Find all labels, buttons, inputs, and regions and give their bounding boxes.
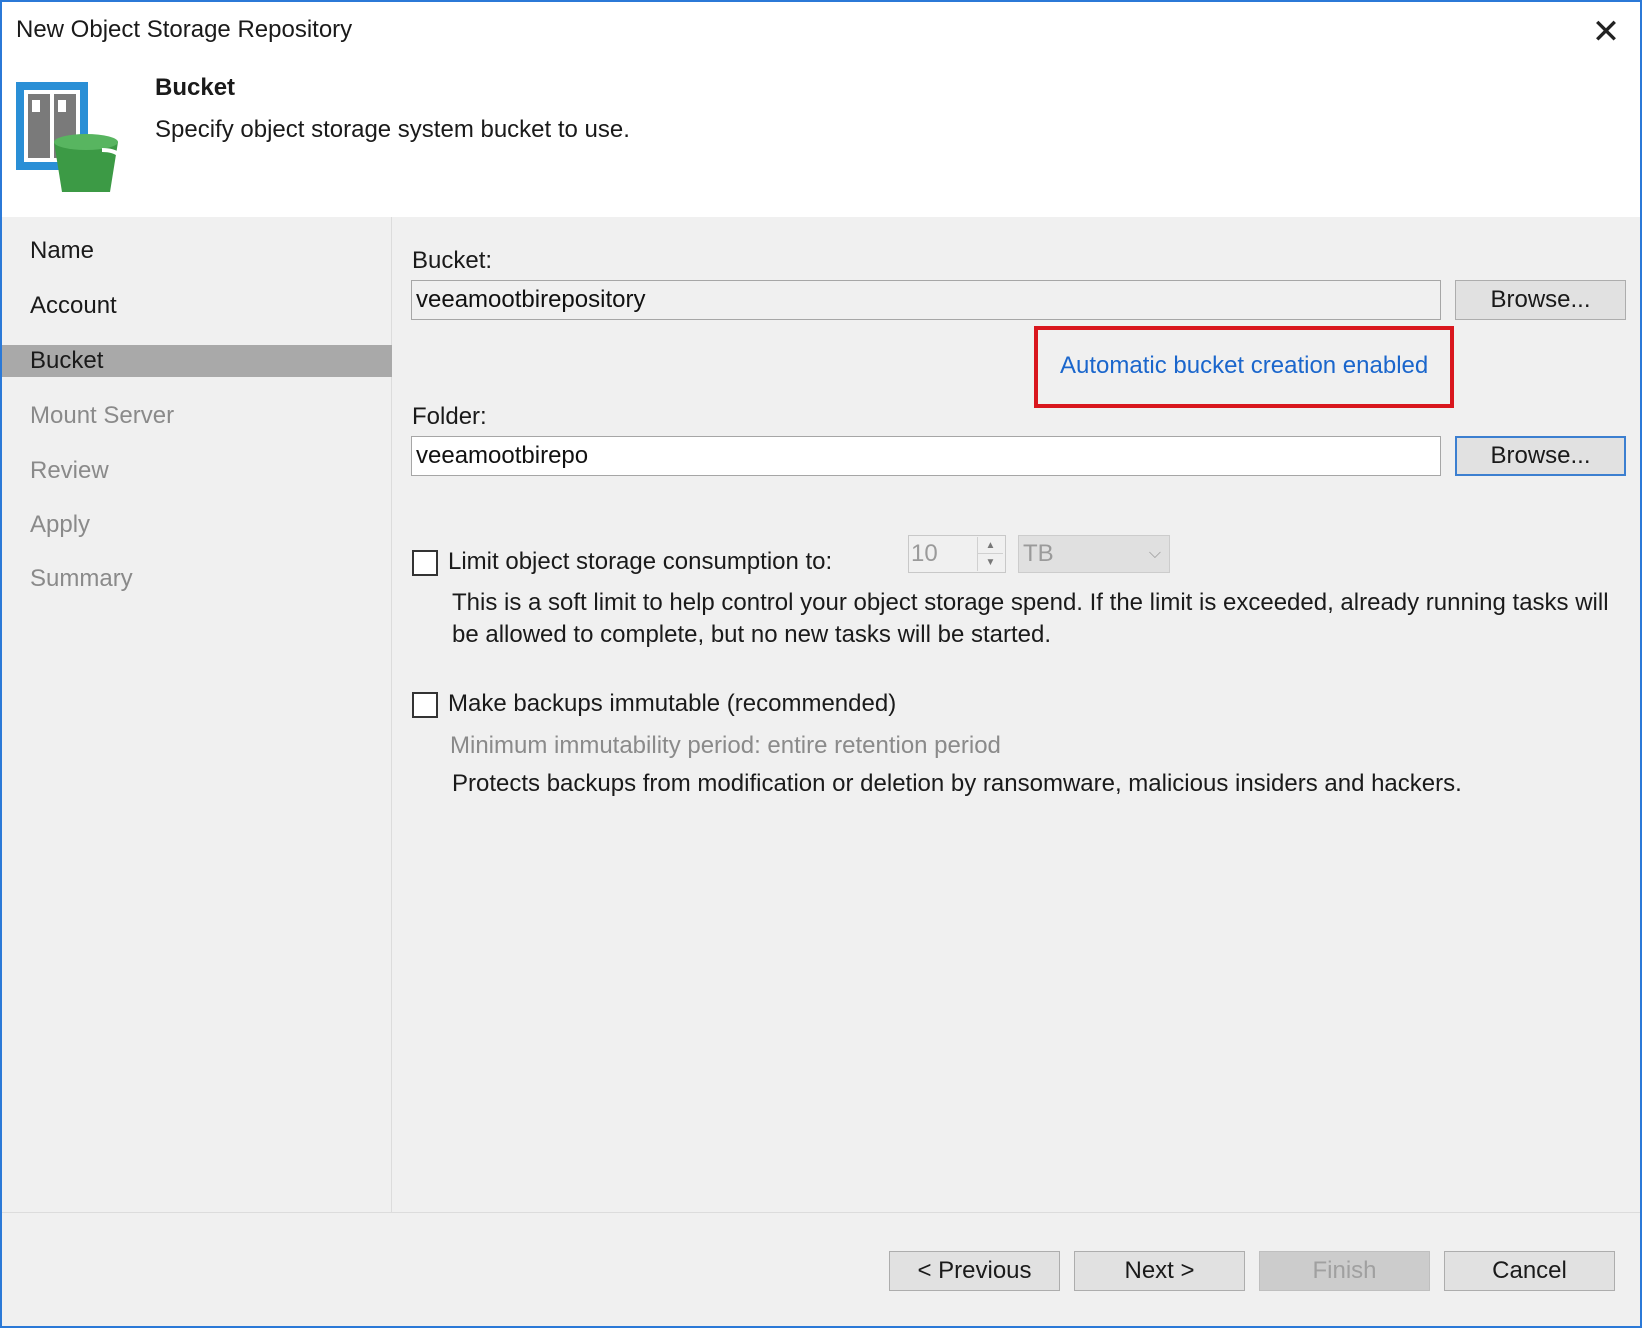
limit-unit-value: TB <box>1023 540 1054 567</box>
cancel-button[interactable]: Cancel <box>1444 1251 1615 1291</box>
limit-amount-value: 10 <box>911 540 938 567</box>
bucket-browse-button[interactable]: Browse... <box>1455 280 1626 320</box>
previous-button[interactable]: < Previous <box>889 1251 1060 1291</box>
immutable-description: Protects backups from modification or de… <box>452 770 1462 797</box>
nav-step-mount-server: Mount Server <box>30 402 175 429</box>
chevron-down-icon: ⌵ <box>1148 545 1161 562</box>
limit-consumption-checkbox[interactable] <box>412 550 438 576</box>
immutable-checkbox[interactable] <box>412 692 438 718</box>
folder-input[interactable] <box>411 436 1441 476</box>
step-description: Specify object storage system bucket to … <box>155 116 630 143</box>
wizard-window: New Object Storage Repository ✕ Bucket S… <box>0 0 1642 1328</box>
auto-bucket-creation-link[interactable]: Automatic bucket creation enabled <box>1060 352 1428 380</box>
nav-step-summary: Summary <box>30 565 133 592</box>
immutability-period-text: Minimum immutability period: entire rete… <box>450 732 1001 759</box>
limit-consumption-label[interactable]: Limit object storage consumption to: <box>448 548 832 576</box>
nav-step-apply: Apply <box>30 511 91 538</box>
step-content: Bucket: Browse... Automatic bucket creat… <box>393 217 1640 1212</box>
step-title: Bucket <box>155 74 236 101</box>
nav-step-bucket[interactable]: Bucket <box>2 345 392 377</box>
spin-down-icon[interactable]: ▼ <box>977 554 1003 571</box>
nav-step-review: Review <box>30 457 109 484</box>
bucket-input[interactable] <box>411 280 1441 320</box>
nav-step-name[interactable]: Name <box>2 235 392 267</box>
close-button[interactable]: ✕ <box>1586 12 1626 52</box>
limit-amount-stepper[interactable]: 10 ▲ ▼ <box>908 535 1006 573</box>
immutable-label[interactable]: Make backups immutable (recommended) <box>448 690 896 718</box>
object-storage-bucket-icon <box>16 82 125 192</box>
finish-button: Finish <box>1259 1251 1430 1291</box>
limit-unit-select[interactable]: TB ⌵ <box>1018 535 1170 573</box>
folder-label: Folder: <box>412 403 487 430</box>
wizard-footer: < Previous Next > Finish Cancel <box>2 1212 1640 1326</box>
bucket-label: Bucket: <box>412 247 493 274</box>
next-button[interactable]: Next > <box>1074 1251 1245 1291</box>
limit-description: This is a soft limit to help control you… <box>452 589 1609 648</box>
wizard-steps-nav: Name Account Bucket Mount Server Review … <box>2 217 392 1212</box>
folder-browse-button[interactable]: Browse... <box>1455 436 1626 476</box>
nav-step-account[interactable]: Account <box>2 290 392 322</box>
window-title: New Object Storage Repository <box>16 16 353 43</box>
wizard-header: New Object Storage Repository ✕ Bucket S… <box>2 2 1640 217</box>
spin-up-icon[interactable]: ▲ <box>977 537 1003 554</box>
